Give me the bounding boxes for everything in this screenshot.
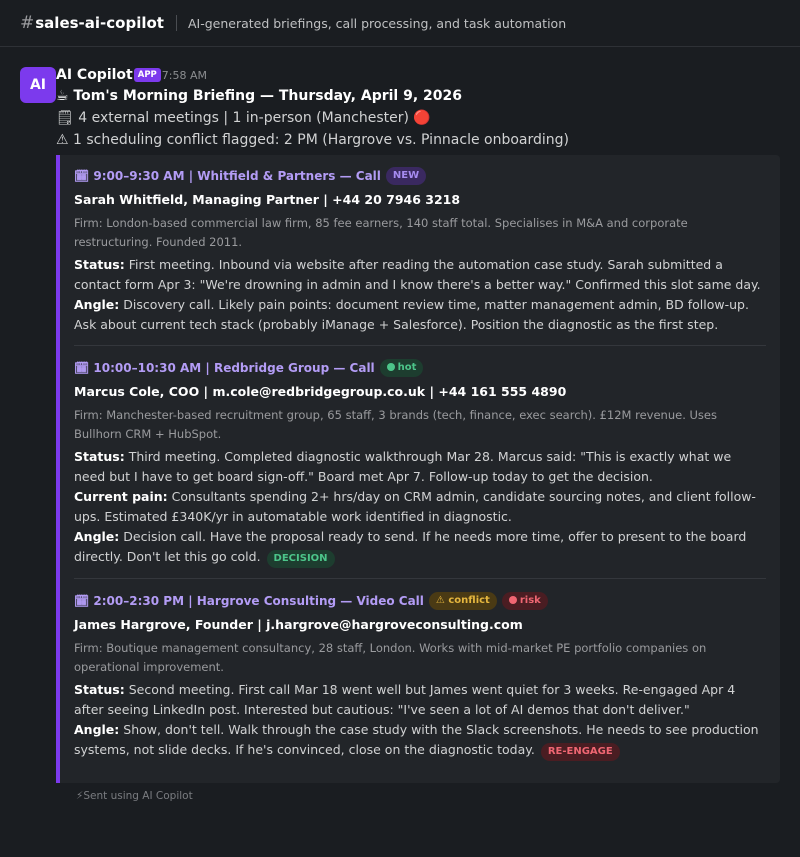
avatar[interactable]: AI — [20, 67, 56, 103]
angle-text: Decision call. Have the proposal ready t… — [74, 529, 747, 564]
meeting-angle: Angle: Decision call. Have the proposal … — [74, 527, 766, 568]
meeting-card-hargrove: 🗓 2:00–2:30 PM | Hargrove Consulting — V… — [74, 578, 766, 771]
meeting-pain: Current pain: Consultants spending 2+ hr… — [74, 487, 766, 527]
briefing-attachment: 🗓 9:00–9:30 AM | Whitfield & Partners — … — [56, 155, 780, 783]
meeting-heading: 🗓 10:00–10:30 AM | Redbridge Group — Cal… — [74, 357, 766, 379]
meeting-angle: Angle: Show, don't tell. Walk through th… — [74, 720, 766, 761]
meeting-heading: 🗓 2:00–2:30 PM | Hargrove Consulting — V… — [74, 590, 766, 612]
risk-tag: risk — [501, 592, 548, 610]
status-text: First meeting. Inbound via website after… — [74, 257, 761, 292]
briefing-title: ☕ Tom's Morning Briefing — Thursday, Apr… — [56, 88, 462, 104]
angle-label: Angle: — [74, 297, 120, 312]
pain-label: Current pain: — [74, 489, 168, 504]
decision-tag: DECISION — [266, 550, 335, 568]
meeting-angle: Angle: Discovery call. Likely pain point… — [74, 295, 766, 335]
hot-tag-label: hot — [397, 362, 417, 373]
meetings-summary: 🗒 4 external meetings | 1 in-person (Man… — [56, 110, 431, 126]
new-tag: NEW — [385, 167, 427, 185]
message-meta: AI Copilot APP 7:58 AM — [56, 67, 780, 83]
message-body: AI Copilot APP 7:58 AM ☕ Tom's Morning B… — [56, 67, 780, 783]
meeting-card-whitfield: 🗓 9:00–9:30 AM | Whitfield & Partners — … — [74, 165, 766, 345]
meeting-contact: James Hargrove, Founder | j.hargrove@har… — [74, 617, 523, 632]
meeting-status: Status: Second meeting. First call Mar 1… — [74, 680, 766, 720]
meeting-time-title: 🗓 10:00–10:30 AM | Redbridge Group — Cal… — [74, 361, 375, 375]
channel-name[interactable]: sales-ai-copilot — [35, 14, 164, 32]
red-dot-icon — [508, 596, 517, 604]
meeting-heading: 🗓 9:00–9:30 AM | Whitfield & Partners — … — [74, 165, 766, 187]
risk-tag-label: risk — [519, 595, 541, 606]
meeting-status: Status: First meeting. Inbound via websi… — [74, 255, 766, 295]
meeting-status: Status: Third meeting. Completed diagnos… — [74, 447, 766, 487]
app-badge: APP — [133, 68, 161, 82]
meeting-firm: Firm: Boutique management consultancy, 2… — [74, 641, 707, 674]
channel-hash: # — [20, 13, 35, 33]
meeting-contact: Sarah Whitfield, Managing Partner | +44 … — [74, 192, 461, 207]
meeting-time-title: 🗓 9:00–9:30 AM | Whitfield & Partners — … — [74, 169, 381, 183]
sent-using-footer: ⚡Sent using AI Copilot — [76, 790, 193, 802]
bot-message: AI AI Copilot APP 7:58 AM ☕ Tom's Mornin… — [0, 47, 800, 802]
pain-text: Consultants spending 2+ hrs/day on CRM a… — [74, 489, 756, 524]
angle-text: Discovery call. Likely pain points: docu… — [74, 297, 749, 332]
meeting-contact: Marcus Cole, COO | m.cole@redbridgegroup… — [74, 384, 567, 399]
angle-text: Show, don't tell. Walk through the case … — [74, 722, 759, 757]
status-label: Status: — [74, 682, 125, 697]
channel-topic: AI-generated briefings, call processing,… — [187, 15, 567, 31]
sender-name[interactable]: AI Copilot — [56, 67, 133, 83]
timestamp[interactable]: 7:58 AM — [162, 69, 207, 82]
angle-label: Angle: — [74, 529, 120, 544]
conflict-summary: ⚠ 1 scheduling conflict flagged: 2 PM (H… — [56, 132, 570, 148]
meeting-firm: Firm: Manchester-based recruitment group… — [74, 408, 717, 441]
hot-tag: hot — [379, 359, 424, 377]
status-label: Status: — [74, 449, 125, 464]
angle-label: Angle: — [74, 722, 120, 737]
meeting-time-title: 🗓 2:00–2:30 PM | Hargrove Consulting — V… — [74, 594, 424, 608]
channel-header: # sales-ai-copilot AI-generated briefing… — [0, 0, 800, 47]
status-text: Third meeting. Completed diagnostic walk… — [74, 449, 732, 484]
green-dot-icon — [386, 363, 395, 371]
meeting-firm: Firm: London-based commercial law firm, … — [74, 216, 688, 249]
status-text: Second meeting. First call Mar 18 went w… — [74, 682, 736, 717]
header-divider — [175, 15, 177, 31]
conflict-tag: ⚠ conflict — [428, 592, 497, 610]
meeting-card-redbridge: 🗓 10:00–10:30 AM | Redbridge Group — Cal… — [74, 345, 766, 578]
status-label: Status: — [74, 257, 125, 272]
reengage-tag: RE-ENGAGE — [540, 743, 620, 761]
